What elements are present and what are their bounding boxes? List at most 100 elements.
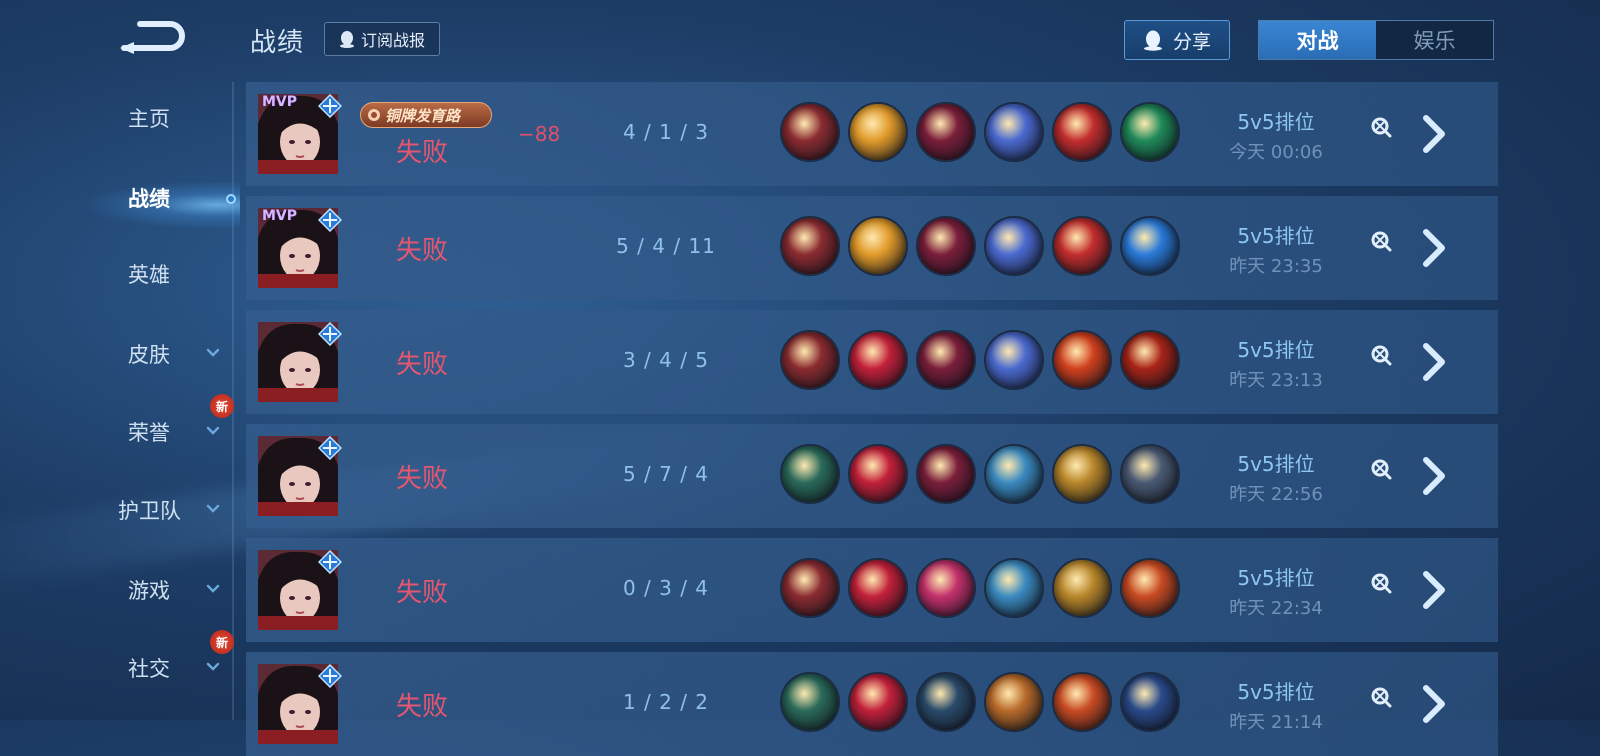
equipment-list	[780, 330, 1180, 390]
score-delta: −88	[518, 122, 561, 146]
mvp-label: MVP	[262, 208, 298, 224]
chevron-down-icon	[206, 426, 220, 435]
match-result: 失败	[396, 578, 449, 608]
match-result: 失败	[396, 236, 449, 266]
sidebar-item-label: 皮肤	[128, 343, 170, 367]
chevron-right-icon[interactable]	[1418, 342, 1448, 382]
sidebar-item-label: 英雄	[128, 263, 170, 287]
chevron-down-icon	[206, 348, 220, 357]
honor-badge-label: 铜牌发育路	[385, 106, 461, 125]
sidebar-item-label: 荣誉	[128, 421, 170, 445]
chevron-right-icon[interactable]	[1418, 228, 1448, 268]
equipment-list	[780, 672, 1180, 732]
replay-icon[interactable]	[1370, 572, 1392, 594]
equipment-item-icon	[848, 102, 908, 162]
sidebar-item-label: 社交	[128, 657, 170, 681]
medal-icon	[368, 109, 380, 121]
equipment-item-icon	[848, 216, 908, 276]
equipment-item-icon	[848, 558, 908, 618]
equipment-item-icon	[1120, 558, 1180, 618]
match-time: 昨天 23:35	[1229, 256, 1323, 277]
equipment-item-icon	[984, 102, 1044, 162]
mvp-label: MVP	[262, 94, 298, 110]
equipment-list	[780, 444, 1180, 504]
sidebar: 主页 战绩 英雄 皮肤 荣誉新护卫队 游戏 社交 新	[0, 82, 234, 720]
match-row[interactable]: 失败 1 / 2 / 2 5v5排位昨天 21:14	[246, 652, 1498, 756]
lane-position-icon	[318, 436, 342, 460]
replay-icon[interactable]	[1370, 344, 1392, 366]
match-result: 失败	[396, 692, 449, 722]
equipment-item-icon	[1120, 444, 1180, 504]
replay-icon[interactable]	[1370, 458, 1392, 480]
match-mode: 5v5排位	[1237, 338, 1315, 362]
chevron-right-icon[interactable]	[1418, 456, 1448, 496]
honor-badge: 铜牌发育路	[360, 102, 492, 128]
tab-entertainment[interactable]: 娱乐	[1376, 21, 1493, 59]
match-time: 昨天 22:34	[1229, 598, 1323, 619]
equipment-item-icon	[1120, 672, 1180, 732]
replay-icon[interactable]	[1370, 116, 1392, 138]
sidebar-item[interactable]: 荣誉 新	[0, 394, 234, 462]
match-row[interactable]: MVP 失败 5 / 4 / 11 5v5排位昨天 23:35	[246, 196, 1498, 300]
share-button[interactable]: 分享	[1124, 20, 1230, 60]
match-mode: 5v5排位	[1237, 110, 1315, 134]
match-result: 失败	[396, 464, 449, 494]
kda-stats: 5 / 4 / 11	[616, 234, 716, 258]
sidebar-item-label: 游戏	[128, 579, 170, 603]
equipment-item-icon	[916, 330, 976, 390]
match-mode: 5v5排位	[1237, 224, 1315, 248]
sidebar-item-label: 主页	[128, 107, 170, 131]
match-mode: 5v5排位	[1237, 452, 1315, 476]
match-row[interactable]: 失败 5 / 7 / 4 5v5排位昨天 22:56	[246, 424, 1498, 528]
equipment-item-icon	[984, 216, 1044, 276]
equipment-item-icon	[780, 672, 840, 732]
match-time: 昨天 21:14	[1229, 712, 1323, 733]
chevron-right-icon[interactable]	[1418, 570, 1448, 610]
equipment-list	[780, 216, 1180, 276]
sidebar-item[interactable]: 主页	[0, 88, 232, 148]
match-row[interactable]: MVP 铜牌发育路 失败 −88 4 / 1 / 3 5v5排位 今天 00:06	[246, 82, 1498, 186]
equipment-item-icon	[984, 444, 1044, 504]
kda-stats: 4 / 1 / 3	[622, 120, 710, 144]
chevron-right-icon[interactable]	[1418, 684, 1448, 724]
sidebar-item[interactable]: 游戏	[0, 560, 232, 620]
equipment-item-icon	[916, 558, 976, 618]
chevron-down-icon	[206, 584, 220, 593]
equipment-item-icon	[1052, 444, 1112, 504]
sidebar-item[interactable]: 护卫队	[0, 480, 232, 540]
equipment-item-icon	[984, 672, 1044, 732]
match-mode: 5v5排位	[1237, 680, 1315, 704]
equipment-item-icon	[1052, 558, 1112, 618]
equipment-item-icon	[916, 672, 976, 732]
match-result: 失败	[396, 350, 449, 380]
sidebar-item[interactable]: 皮肤	[0, 324, 232, 384]
equipment-item-icon	[1052, 216, 1112, 276]
chevron-down-icon	[206, 662, 220, 671]
sidebar-item-label: 战绩	[128, 187, 170, 211]
replay-icon[interactable]	[1370, 230, 1392, 252]
equipment-item-icon	[1120, 216, 1180, 276]
equipment-item-icon	[848, 444, 908, 504]
match-row[interactable]: 失败 3 / 4 / 5 5v5排位 昨天 23:13	[246, 310, 1498, 414]
kda-stats: 1 / 2 / 2	[622, 690, 710, 714]
kda-stats: 3 / 4 / 5	[622, 348, 710, 372]
qq-icon	[339, 31, 354, 48]
tab-battle[interactable]: 对战	[1259, 21, 1376, 59]
equipment-item-icon	[780, 558, 840, 618]
subscribe-report-button[interactable]: 订阅战报	[324, 22, 440, 56]
equipment-item-icon	[848, 330, 908, 390]
back-icon[interactable]	[118, 20, 188, 56]
match-row[interactable]: 失败 0 / 3 / 4 5v5排位 昨天 22:34	[246, 538, 1498, 642]
new-badge: 新	[210, 630, 234, 654]
equipment-item-icon	[1120, 102, 1180, 162]
equipment-item-icon	[984, 558, 1044, 618]
sidebar-item[interactable]: 社交 新	[0, 630, 234, 698]
sidebar-item[interactable]: 战绩	[0, 168, 232, 228]
lane-position-icon	[318, 664, 342, 688]
chevron-right-icon[interactable]	[1418, 114, 1448, 154]
match-time: 昨天 22:56	[1229, 484, 1323, 505]
kda-stats: 5 / 7 / 4	[622, 462, 710, 486]
replay-icon[interactable]	[1370, 686, 1392, 708]
equipment-item-icon	[1052, 672, 1112, 732]
sidebar-item[interactable]: 英雄	[0, 244, 232, 304]
